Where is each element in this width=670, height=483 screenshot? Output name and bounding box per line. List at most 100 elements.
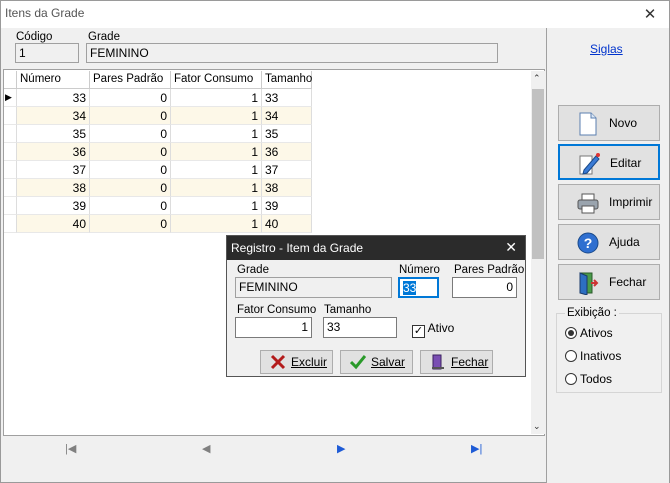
nav-first-icon[interactable]: |◀ [65, 442, 76, 455]
scroll-thumb[interactable] [532, 89, 544, 259]
exibicao-legend: Exibição : [565, 307, 619, 319]
dialog-title: Registro - Item da Grade [231, 241, 364, 255]
table-cell[interactable]: 0 [90, 89, 171, 107]
table-cell[interactable]: 1 [171, 215, 262, 233]
table-cell[interactable]: 40 [262, 215, 312, 233]
close-icon[interactable]: ✕ [635, 1, 665, 28]
row-indicator: ▶ [4, 89, 17, 107]
radio-todos[interactable]: Todos [565, 372, 612, 386]
nav-last-icon[interactable]: ▶| [471, 442, 482, 455]
table-cell[interactable]: 36 [262, 143, 312, 161]
salvar-button[interactable]: Salvar [340, 350, 413, 374]
row-indicator [4, 161, 17, 179]
imprimir-button[interactable]: Imprimir [558, 184, 660, 220]
editar-label: Editar [610, 156, 642, 170]
excluir-button[interactable]: Excluir [260, 350, 333, 374]
table-cell[interactable]: 34 [262, 107, 312, 125]
dialog-pares-input[interactable]: 0 [452, 277, 517, 298]
row-indicator [4, 143, 17, 161]
radio-ativos[interactable]: Ativos [565, 326, 613, 340]
ativo-label: Ativo [427, 321, 455, 335]
dialog-tamanho-input[interactable]: 33 [323, 317, 397, 338]
fechar-button[interactable]: Fechar [558, 264, 660, 300]
radio-inativos[interactable]: Inativos [565, 349, 621, 363]
table-cell[interactable]: 39 [17, 197, 90, 215]
title-bar: Itens da Grade ✕ [1, 1, 669, 28]
exit-door-icon [579, 272, 599, 295]
table-cell[interactable]: 37 [262, 161, 312, 179]
col-numero[interactable]: Número [17, 71, 90, 89]
numero-selected-text: 33 [403, 281, 417, 295]
table-cell[interactable]: 1 [171, 89, 262, 107]
table-cell[interactable]: 1 [171, 179, 262, 197]
table-cell[interactable]: 33 [262, 89, 312, 107]
table-cell[interactable]: 36 [17, 143, 90, 161]
table-cell[interactable]: 39 [262, 197, 312, 215]
novo-button[interactable]: Novo [558, 105, 660, 141]
dialog-grade-label: Grade [237, 264, 269, 276]
vertical-scrollbar[interactable]: ⌃ ⌄ [531, 71, 545, 434]
table-cell[interactable]: 1 [171, 161, 262, 179]
scroll-up-icon[interactable]: ⌃ [533, 73, 541, 84]
excluir-label: Excluir [291, 355, 328, 369]
row-indicator [4, 125, 17, 143]
table-cell[interactable]: 38 [262, 179, 312, 197]
grade-field: FEMININO [86, 43, 498, 63]
registro-dialog: Registro - Item da Grade ✕ Grade FEMININ… [226, 235, 526, 377]
table-cell[interactable]: 0 [90, 161, 171, 179]
table-cell[interactable]: 35 [262, 125, 312, 143]
table-cell[interactable]: 35 [17, 125, 90, 143]
table-cell[interactable]: 0 [90, 179, 171, 197]
table-cell[interactable]: 40 [17, 215, 90, 233]
table-cell[interactable]: 37 [17, 161, 90, 179]
dialog-numero-input[interactable]: 33 [398, 277, 439, 298]
table-cell[interactable]: 1 [171, 143, 262, 161]
help-icon: ? [577, 232, 599, 254]
scroll-down-icon[interactable]: ⌄ [533, 421, 541, 432]
col-fator-consumo[interactable]: Fator Consumo [171, 71, 262, 89]
exibicao-group: Exibição : Ativos Inativos Todos [556, 307, 662, 393]
new-document-icon [579, 112, 597, 136]
nav-next-icon[interactable]: ▶ [337, 442, 345, 455]
table-cell[interactable]: 0 [90, 143, 171, 161]
table-cell[interactable]: 33 [17, 89, 90, 107]
svg-text:?: ? [584, 235, 593, 251]
radio-label: Inativos [580, 349, 622, 363]
ajuda-button[interactable]: ? Ajuda [558, 224, 660, 260]
fechar-label: Fechar [609, 275, 647, 289]
dialog-grade-field: FEMININO [235, 277, 392, 298]
table-cell[interactable]: 1 [171, 197, 262, 215]
dialog-numero-label: Número [399, 264, 440, 276]
ativo-checkbox[interactable]: ✓ Ativo [412, 321, 454, 338]
editar-button[interactable]: Editar [558, 144, 660, 180]
main-window: Itens da Grade ✕ Código 1 Grade FEMININO… [0, 0, 670, 483]
right-panel: Siglas Novo Editar Imprimir ? Ajuda Fech… [546, 28, 669, 483]
edit-pen-icon [579, 153, 600, 175]
radio-label: Todos [580, 372, 613, 386]
table-cell[interactable]: 0 [90, 125, 171, 143]
table-cell[interactable]: 38 [17, 179, 90, 197]
row-indicator [4, 179, 17, 197]
nav-prev-icon[interactable]: ◀ [202, 442, 210, 455]
table-cell[interactable]: 1 [171, 125, 262, 143]
dialog-fator-input[interactable]: 1 [235, 317, 312, 338]
table-cell[interactable]: 34 [17, 107, 90, 125]
dialog-close-icon[interactable]: ✕ [505, 239, 517, 256]
exit-door-icon [432, 354, 444, 370]
radio-dot [565, 373, 577, 385]
table-cell[interactable]: 0 [90, 197, 171, 215]
dialog-fechar-button[interactable]: Fechar [420, 350, 493, 374]
radio-dot [565, 327, 577, 339]
table-cell[interactable]: 1 [171, 107, 262, 125]
col-pares-padrao[interactable]: Pares Padrão [90, 71, 171, 89]
novo-label: Novo [609, 116, 638, 130]
salvar-label: Salvar [371, 355, 406, 369]
check-icon [350, 355, 366, 370]
table-cell[interactable]: 0 [90, 107, 171, 125]
table-cell[interactable]: 0 [90, 215, 171, 233]
siglas-link[interactable]: Siglas [590, 42, 623, 56]
imprimir-label: Imprimir [609, 195, 653, 209]
dialog-title-bar: Registro - Item da Grade ✕ [227, 236, 525, 260]
col-tamanho[interactable]: Tamanho [262, 71, 312, 89]
checkmark-icon: ✓ [412, 325, 425, 338]
